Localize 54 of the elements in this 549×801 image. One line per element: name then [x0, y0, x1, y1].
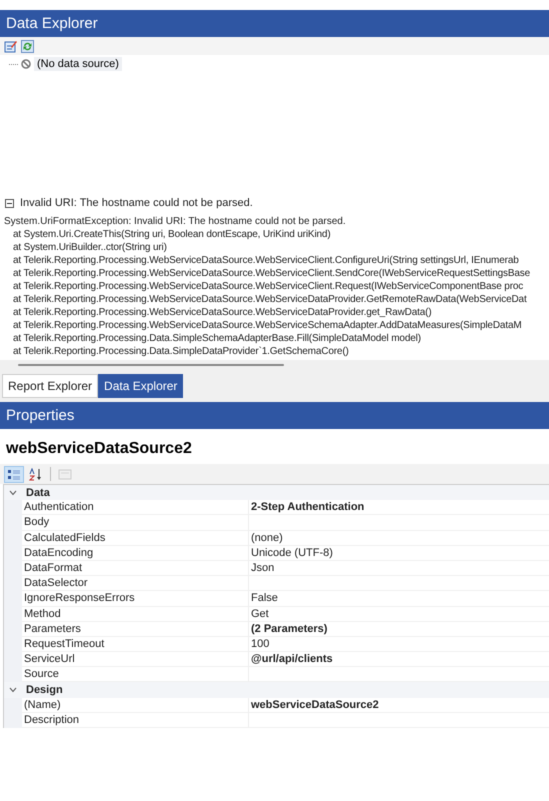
categorized-icon — [7, 468, 21, 480]
stack-trace-line: at Telerik.Reporting.Processing.Data.SimpleSchemaAdapterBase.Fill(SimpleDataModel model) — [12, 332, 422, 345]
horizontal-scrollbar[interactable] — [0, 360, 549, 370]
object-name: webServiceDataSource2 — [5, 439, 193, 459]
edit-document-icon[interactable] — [4, 40, 17, 52]
chevron-icon[interactable] — [9, 687, 17, 694]
stack-trace-line: at Telerik.Reporting.Processing.WebServiceDataSource.WebServiceDataProvider.get_RawData() — [12, 306, 433, 319]
tab[interactable]: Data Explorer — [98, 374, 184, 398]
property-name: Authentication — [22, 500, 249, 516]
refresh-icon[interactable] — [21, 40, 34, 52]
panel-header: Properties — [0, 402, 549, 429]
property-name: ServiceUrl — [22, 652, 249, 668]
collapse-icon[interactable] — [5, 198, 14, 208]
error-message: System.UriFormatException: Invalid URI: The hostname could not be parsed. — [3, 215, 347, 228]
property-name: Description — [22, 712, 249, 728]
category-header: Design — [25, 684, 63, 696]
property-name: Method — [22, 606, 249, 622]
stack-trace-line: at Telerik.Reporting.Processing.WebServiceDataSource.WebServiceClient.Request(IWebServiceComponentBase proc — [12, 280, 524, 293]
categorized-view-button[interactable] — [4, 466, 24, 482]
tab[interactable]: Report Explorer — [2, 374, 98, 398]
stack-trace-line: at Telerik.Reporting.Processing.WebServiceDataSource.WebServiceDataProvider.GetRemoteRawData(WebServiceDat — [12, 293, 528, 306]
property-value[interactable]: False — [249, 591, 549, 606]
property-name: DataSelector — [22, 576, 249, 592]
property-value[interactable]: (none) — [249, 530, 549, 546]
property-value[interactable]: @url/api/clients — [249, 652, 549, 668]
property-name: Body — [22, 515, 249, 531]
property-name: (Name) — [22, 698, 249, 713]
stack-trace-line: at System.UriBuilder..ctor(String uri) — [12, 241, 168, 254]
panel-header: Data Explorer — [0, 10, 549, 37]
stack-trace-line: at Telerik.Reporting.Processing.WebServiceDataSource.WebServiceClient.SendCore(IWebServiceRequestSettingsBase — [12, 267, 532, 280]
property-pages-icon — [58, 468, 72, 480]
stack-trace-line: at System.Uri.CreateThis(String uri, Boolean dontEscape, UriKind uriKind) — [12, 228, 332, 241]
property-value[interactable]: 2-Step Authentication — [249, 500, 549, 516]
no-entry-icon — [21, 59, 31, 69]
tree-item[interactable]: (No data source) — [34, 57, 122, 71]
property-value[interactable]: Unicode (UTF-8) — [249, 546, 549, 561]
property-name: DataEncoding — [22, 546, 249, 561]
property-value[interactable]: webServiceDataSource2 — [249, 698, 549, 713]
property-name: RequestTimeout — [22, 636, 249, 652]
error-title: Invalid URI: The hostname could not be parsed. — [20, 197, 253, 209]
chevron-icon[interactable] — [9, 490, 17, 496]
property-value[interactable]: Get — [249, 606, 549, 622]
stack-trace-line: at Telerik.Reporting.Processing.Data.SimpleDataProvider`1.GetSchemaCore() — [12, 345, 350, 358]
stack-trace-line: at Telerik.Reporting.Processing.WebServiceDataSource.WebServiceSchemaAdapter.AddDataMeasures(SimpleDataM — [12, 319, 523, 332]
property-name: DataFormat — [22, 560, 249, 576]
property-value[interactable]: 100 — [249, 636, 549, 652]
stack-trace-line: at Telerik.Reporting.Processing.WebServiceDataSource.WebServiceClient.ConfigureUri(String settingsUrl, IEnumerab — [12, 254, 520, 267]
property-name: Parameters — [22, 622, 249, 637]
property-name: CalculatedFields — [22, 530, 249, 546]
category-header: Data — [25, 486, 50, 499]
sort-az-icon — [29, 468, 43, 480]
property-value[interactable]: Json — [249, 560, 549, 576]
property-name: IgnoreResponseErrors — [22, 591, 249, 606]
property-value[interactable]: (2 Parameters) — [249, 622, 549, 637]
